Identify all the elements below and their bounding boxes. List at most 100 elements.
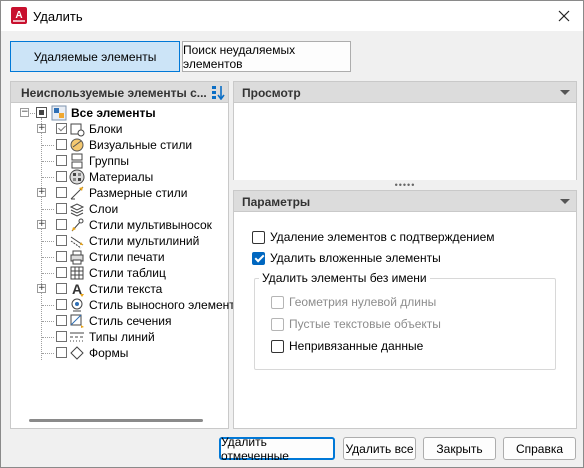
sort-icon[interactable]	[211, 85, 225, 100]
panel-splitter[interactable]: •••••	[233, 180, 577, 190]
preview-panel: Просмотр	[233, 81, 577, 181]
item-checkbox[interactable]	[56, 347, 67, 358]
tree-item-label: Слои	[89, 202, 119, 216]
tree-root-row[interactable]: − Все элементы	[11, 105, 229, 121]
parameters-panel-title: Параметры	[242, 195, 311, 209]
confirm-purge-option[interactable]: Удаление элементов с подтверждением	[252, 230, 495, 244]
empty-text-checkbox[interactable]	[271, 317, 284, 331]
item-checkbox[interactable]	[56, 251, 67, 262]
orphaned-data-option[interactable]: Непривязанные данные	[271, 339, 423, 353]
item-checkbox[interactable]	[56, 299, 67, 310]
expand-toggle[interactable]: +	[37, 220, 46, 229]
autocad-logo-icon: A	[11, 7, 27, 24]
preview-panel-title: Просмотр	[242, 86, 301, 100]
tree-item-label: Размерные стили	[89, 186, 188, 200]
item-checkbox[interactable]	[56, 171, 67, 182]
tree-item-multileader-styles[interactable]: + Стили мультивыносок	[11, 217, 229, 233]
item-checkbox[interactable]	[56, 123, 67, 134]
tree-item-groups[interactable]: Группы	[11, 153, 229, 169]
orphaned-data-checkbox[interactable]	[271, 339, 284, 353]
multileader-style-icon	[71, 218, 84, 232]
block-icon	[70, 123, 85, 137]
expand-toggle[interactable]: +	[37, 124, 46, 133]
tree-panel: Неиспользуемые элементы с... − Все элеме…	[10, 81, 241, 429]
purge-tree[interactable]: − Все элементы + Блоки Визуальные стили …	[11, 104, 241, 428]
horizontal-scrollbar[interactable]	[29, 419, 203, 422]
item-checkbox[interactable]	[56, 203, 67, 214]
tree-item-plot-styles[interactable]: Стили печати	[11, 249, 229, 265]
close-button[interactable]: Закрыть	[423, 437, 496, 460]
unnamed-objects-group-title: Удалить элементы без имени	[259, 271, 430, 285]
preview-panel-header[interactable]: Просмотр	[234, 82, 576, 103]
item-checkbox[interactable]	[56, 283, 67, 294]
item-checkbox[interactable]	[56, 139, 67, 150]
tree-item-label: Стили мультивыносок	[89, 218, 212, 232]
material-icon	[69, 169, 85, 185]
tree-item-blocks[interactable]: + Блоки	[11, 121, 229, 137]
tab-find-non-purgeable[interactable]: Поиск неудаляемых элементов	[182, 41, 351, 72]
purge-checked-button[interactable]: Удалить отмеченные	[219, 434, 335, 463]
purge-nested-option[interactable]: Удалить вложенные элементы	[252, 251, 441, 265]
collapse-toggle[interactable]: −	[20, 108, 29, 117]
close-icon[interactable]	[555, 7, 573, 25]
help-button[interactable]: Справка	[503, 437, 576, 460]
chevron-down-icon[interactable]	[560, 199, 570, 204]
group-icon	[71, 153, 83, 169]
parameters-panel-header[interactable]: Параметры	[234, 191, 576, 212]
detail-view-style-icon	[71, 298, 83, 312]
tree-item-section-view-style[interactable]: Стиль сечения	[11, 313, 229, 329]
tree-item-label: Формы	[89, 346, 129, 360]
confirm-purge-checkbox[interactable]	[252, 230, 265, 244]
item-checkbox[interactable]	[56, 155, 67, 166]
tree-item-materials[interactable]: Материалы	[11, 169, 229, 185]
tree-root-label: Все элементы	[71, 106, 156, 120]
item-checkbox[interactable]	[56, 315, 67, 326]
purge-all-label: Удалить все	[345, 441, 414, 456]
table-style-icon	[70, 266, 84, 280]
all-items-icon	[51, 105, 67, 121]
purge-nested-checkbox[interactable]	[252, 251, 265, 265]
tree-item-visual-styles[interactable]: Визуальные стили	[11, 137, 229, 153]
tree-item-shapes[interactable]: Формы	[11, 345, 229, 361]
grip-icon: •••••	[394, 180, 416, 190]
tree-item-table-styles[interactable]: Стили таблиц	[11, 265, 229, 281]
item-checkbox[interactable]	[56, 235, 67, 246]
expand-toggle[interactable]: +	[37, 284, 46, 293]
shape-icon	[70, 346, 84, 360]
purge-nested-label: Удалить вложенные элементы	[270, 251, 441, 265]
tab-label: Удаляемые элементы	[33, 49, 157, 64]
purge-all-button[interactable]: Удалить все	[343, 437, 416, 460]
tree-item-text-styles[interactable]: + A Стили текста	[11, 281, 229, 297]
item-checkbox[interactable]	[56, 267, 67, 278]
plot-style-icon	[70, 250, 84, 265]
tree-item-detail-view-style[interactable]: Стиль выносного элемента	[11, 297, 241, 313]
tree-item-label: Стили текста	[89, 282, 163, 296]
item-checkbox[interactable]	[56, 187, 67, 198]
confirm-purge-label: Удаление элементов с подтверждением	[270, 230, 495, 244]
tree-item-label: Блоки	[89, 122, 123, 136]
tree-item-layers[interactable]: Слои	[11, 201, 229, 217]
empty-text-label: Пустые текстовые объекты	[289, 317, 441, 331]
svg-text:A: A	[15, 10, 22, 21]
zero-length-option[interactable]: Геометрия нулевой длины	[271, 295, 436, 309]
tree-item-multiline-styles[interactable]: Стили мультилиний	[11, 233, 229, 249]
tab-purgeable-items[interactable]: Удаляемые элементы	[10, 41, 180, 72]
purge-checked-label: Удалить отмеченные	[221, 434, 289, 463]
tree-item-label: Стиль выносного элемента	[89, 298, 242, 312]
tree-item-label: Стили печати	[89, 250, 165, 264]
expand-toggle[interactable]: +	[37, 188, 46, 197]
zero-length-checkbox[interactable]	[271, 295, 284, 309]
chevron-down-icon[interactable]	[560, 90, 570, 95]
tree-panel-title: Неиспользуемые элементы с...	[21, 86, 207, 100]
empty-text-option[interactable]: Пустые текстовые объекты	[271, 317, 441, 331]
tree-item-dimension-styles[interactable]: + Размерные стили	[11, 185, 229, 201]
tree-item-label: Стили таблиц	[89, 266, 166, 280]
root-checkbox[interactable]	[36, 107, 47, 118]
tree-item-linetypes[interactable]: Типы линий	[11, 329, 229, 345]
item-checkbox[interactable]	[56, 331, 67, 342]
item-checkbox[interactable]	[56, 219, 67, 230]
purge-dialog: A Удалить Удаляемые элементы Поиск неуда…	[0, 0, 584, 468]
tree-item-label: Материалы	[89, 170, 154, 184]
tree-item-label: Стиль сечения	[89, 314, 172, 328]
tree-item-label: Группы	[89, 154, 129, 168]
